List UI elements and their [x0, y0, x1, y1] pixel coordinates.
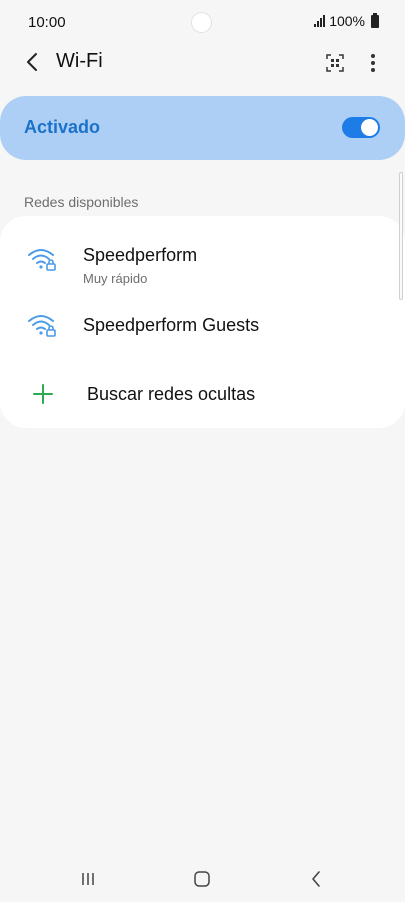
wifi-toggle-switch[interactable]	[342, 117, 380, 138]
search-hidden-networks-button[interactable]: Buscar redes ocultas	[0, 364, 405, 424]
wifi-master-toggle[interactable]: Activado	[0, 96, 405, 160]
toggle-knob	[361, 119, 378, 136]
search-hidden-networks-label: Buscar redes ocultas	[87, 384, 256, 404]
network-name: Speedperform	[83, 245, 198, 265]
app-header: Wi-Fi	[0, 44, 405, 84]
available-networks-label: Redes disponibles	[24, 194, 139, 210]
camera-cutout	[191, 12, 212, 33]
chevron-left-icon	[27, 53, 37, 71]
back-button[interactable]	[18, 48, 46, 76]
network-item-speedperform-guests[interactable]: Speedperform Guests	[0, 294, 405, 358]
plus-icon	[33, 384, 53, 404]
wifi-settings-screen: 10:00 100% Wi-Fi Activado Redes disponib…	[0, 0, 405, 902]
network-item-speedperform[interactable]: Speedperform Muy rápido	[0, 228, 405, 292]
status-indicators: 100%	[314, 12, 379, 29]
more-vertical-icon	[371, 54, 375, 72]
qr-code-button[interactable]	[322, 50, 348, 76]
home-icon	[194, 871, 210, 887]
wifi-locked-icon	[28, 249, 56, 271]
qr-code-icon	[326, 54, 344, 72]
home-button[interactable]	[182, 866, 222, 892]
more-options-button[interactable]	[362, 50, 384, 76]
recents-icon	[82, 873, 94, 885]
wifi-toggle-label: Activado	[24, 117, 101, 137]
status-bar: 10:00 100%	[0, 0, 405, 44]
network-speed: Muy rápido	[83, 271, 148, 286]
navigation-bar	[0, 856, 405, 902]
back-icon	[312, 871, 320, 887]
battery-icon	[371, 12, 379, 28]
scrollbar[interactable]	[399, 172, 403, 300]
nav-back-button[interactable]	[296, 866, 336, 892]
wifi-locked-icon	[28, 315, 56, 337]
battery-percent: 100%	[329, 13, 365, 29]
signal-icon	[314, 15, 326, 27]
status-time: 10:00	[28, 14, 66, 31]
recents-button[interactable]	[68, 866, 108, 892]
page-title: Wi-Fi	[56, 50, 103, 72]
network-name: Speedperform Guests	[83, 315, 260, 335]
network-list: Speedperform Muy rápido Speedperform Gue…	[0, 216, 405, 428]
